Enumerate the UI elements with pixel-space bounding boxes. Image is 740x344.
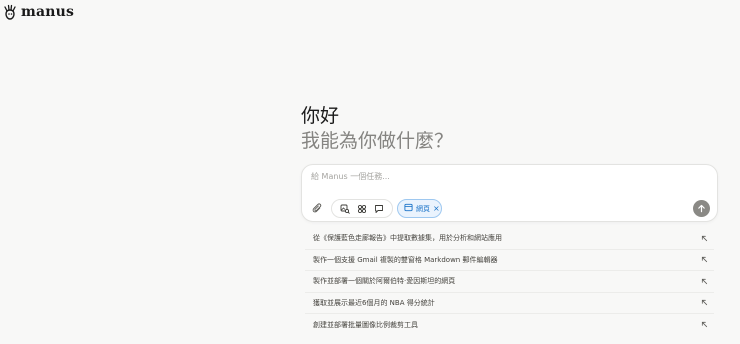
suggestion-text: 製作並部署一個關於阿爾伯特·愛因斯坦的網頁 [313, 277, 456, 286]
task-input[interactable] [311, 172, 691, 181]
suggestion-list: 從《保護藍色走廊報告》中提取數據集，用於分析和網站應用 製作一個支援 Gmail… [305, 228, 714, 336]
suggestion-text: 從《保護藍色走廊報告》中提取數據集，用於分析和網站應用 [313, 234, 502, 243]
arrow-up-left-icon [700, 234, 708, 242]
send-button[interactable] [693, 200, 710, 217]
web-mode-label: 網頁 [416, 204, 430, 213]
image-search-icon[interactable] [338, 202, 351, 215]
brand-name[interactable]: manus [21, 4, 74, 20]
suggestion-item[interactable]: 製作並部署一個關於阿爾伯特·愛因斯坦的網頁 [305, 271, 714, 293]
arrow-up-left-icon [700, 277, 708, 285]
task-composer: 網頁 × [301, 164, 718, 222]
greeting-title: 你好 [301, 105, 340, 127]
paperclip-icon[interactable] [310, 201, 324, 215]
suggestion-text: 獲取並展示最近6個月的 NBA 得分統計 [313, 298, 435, 307]
manus-logo-icon[interactable] [3, 4, 17, 20]
chat-icon[interactable] [373, 202, 386, 215]
suggestion-item[interactable]: 獲取並展示最近6個月的 NBA 得分統計 [305, 293, 714, 314]
close-icon[interactable]: × [433, 204, 440, 213]
greeting-subtitle: 我能為你做什麼？ [301, 130, 454, 152]
top-bar: manus [0, 0, 74, 24]
suggestion-item[interactable]: 製作一個支援 Gmail 複製的雙窗格 Markdown 郵件編輯器 [305, 250, 714, 271]
browser-icon [404, 203, 413, 214]
arrow-up-left-icon [700, 256, 708, 264]
arrow-up-left-icon [700, 299, 708, 307]
apps-icon[interactable] [355, 202, 368, 215]
suggestion-item[interactable]: 創建並部署批量圖像比例裁剪工具 [305, 314, 714, 336]
suggestion-text: 製作一個支援 Gmail 複製的雙窗格 Markdown 郵件編輯器 [313, 255, 498, 264]
web-mode-chip[interactable]: 網頁 × [397, 199, 442, 218]
arrow-up-left-icon [700, 321, 708, 329]
arrow-up-icon [698, 204, 705, 213]
tool-group [331, 199, 393, 218]
main-panel: 你好 我能為你做什麼？ 給 Manus 一個任務... 網頁 × 從《保護藍色走… [301, 104, 718, 336]
suggestion-item[interactable]: 從《保護藍色走廊報告》中提取數據集，用於分析和網站應用 [305, 228, 714, 250]
suggestion-text: 創建並部署批量圖像比例裁剪工具 [313, 320, 418, 329]
